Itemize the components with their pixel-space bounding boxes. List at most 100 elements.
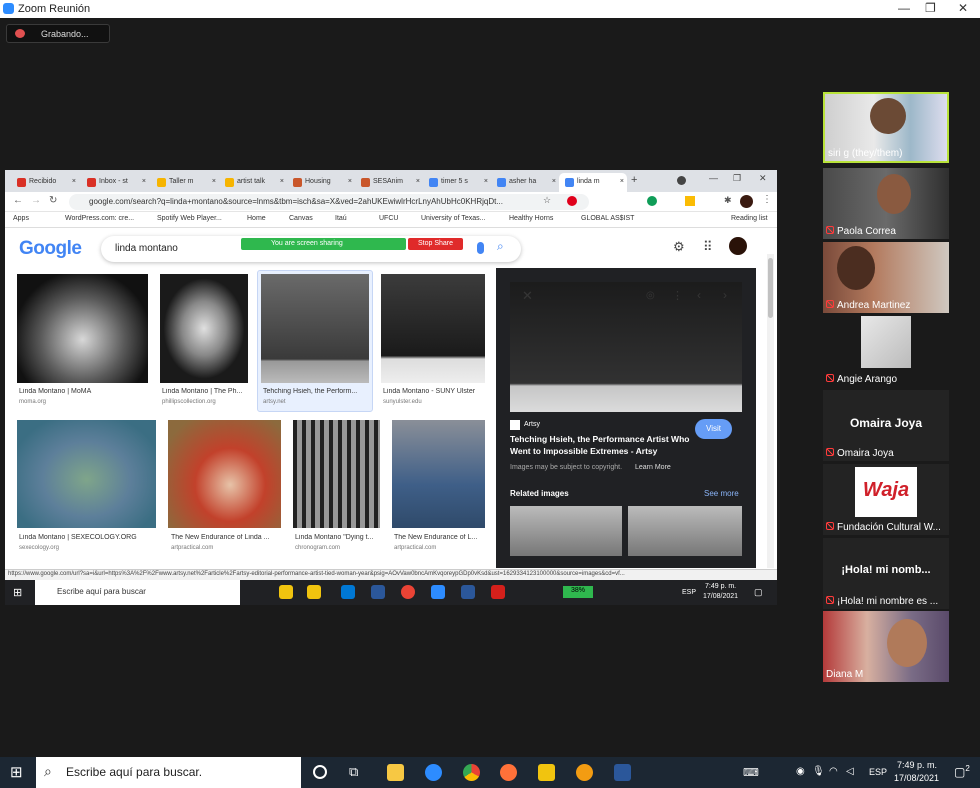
drive-icon[interactable] [685, 196, 695, 206]
site-name[interactable]: Artsy [524, 421, 540, 428]
search-icon[interactable]: ⌕ [497, 239, 504, 254]
firefox-icon[interactable] [500, 764, 517, 781]
close-tab-icon[interactable]: × [212, 178, 216, 185]
close-tab-icon[interactable]: × [552, 178, 556, 185]
acrobat-icon[interactable] [491, 585, 505, 599]
result-image[interactable] [17, 274, 148, 383]
snip-icon[interactable] [371, 585, 385, 599]
visit-button[interactable]: Visit [695, 419, 732, 439]
notification-icon[interactable]: ▢2 [954, 764, 970, 779]
bookmark-apps[interactable]: Apps [13, 215, 29, 222]
participant-video[interactable]: Omaira Joya Omaira Joya [823, 390, 949, 461]
close-icon[interactable]: ✕ [759, 173, 767, 184]
related-image[interactable] [510, 506, 622, 556]
sharing-status[interactable]: You are screen sharing [241, 238, 406, 250]
forward-icon[interactable]: → [31, 195, 41, 206]
result-image[interactable] [293, 420, 380, 528]
file-explorer-icon[interactable] [279, 585, 293, 599]
participant-video[interactable]: ¡Hola! mi nomb... ¡Hola! mi nombre es ..… [823, 538, 949, 609]
participant-video[interactable]: Waja Fundación Cultural W... [823, 464, 949, 535]
stop-share-button[interactable]: Stop Share [408, 238, 463, 250]
result-caption[interactable]: Linda Montano | SEXECOLOGY.ORG [19, 534, 158, 541]
reading-list[interactable]: Reading list [731, 215, 768, 222]
related-image[interactable] [628, 506, 742, 556]
scrollbar-thumb[interactable] [768, 258, 773, 318]
language-indicator[interactable]: ESP [682, 589, 696, 596]
close-tab-icon[interactable]: × [72, 178, 76, 185]
tab-recibido[interactable]: Recibido × [11, 173, 79, 192]
network-icon[interactable]: ◉ [796, 766, 805, 777]
close-tab-icon[interactable]: × [280, 178, 284, 185]
result-image[interactable] [261, 274, 369, 383]
keyboard-icon[interactable]: ⌨ [743, 766, 759, 779]
tab-taller[interactable]: Taller m × [151, 173, 219, 192]
tab-artist-talk[interactable]: artist talk × [219, 173, 287, 192]
bookmark-canvas[interactable]: Canvas [289, 215, 313, 222]
mail-icon[interactable] [341, 585, 355, 599]
store-icon[interactable] [387, 764, 404, 781]
close-tab-icon[interactable]: × [142, 178, 146, 185]
preview-image[interactable] [510, 282, 742, 412]
participant-video[interactable]: Paola Correa [823, 168, 949, 239]
tab-sesanim[interactable]: SESAnim × [355, 173, 423, 192]
word-icon[interactable] [461, 585, 475, 599]
language-indicator[interactable]: ESP [869, 767, 887, 777]
close-tab-icon[interactable]: × [620, 178, 624, 185]
avatar[interactable] [729, 237, 747, 255]
clock-time[interactable]: 7:49 p. m. [897, 760, 937, 770]
participant-video[interactable]: Diana M [823, 611, 949, 682]
see-more-link[interactable]: See more [704, 489, 739, 498]
result-image[interactable] [392, 420, 485, 528]
close-tab-icon[interactable]: × [416, 178, 420, 185]
grammarly-icon[interactable] [647, 196, 657, 206]
extensions-icon[interactable]: ✱ [724, 195, 732, 206]
tab-linda-montano[interactable]: linda m × [559, 173, 627, 192]
result-image[interactable] [381, 274, 485, 383]
result-caption[interactable]: The New Endurance of L... [394, 534, 485, 541]
new-tab-icon[interactable]: + [631, 174, 637, 186]
result-caption[interactable]: The New Endurance of Linda ... [171, 534, 281, 541]
apps-grid-icon[interactable]: ⠿ [703, 239, 713, 255]
chrome-icon[interactable] [401, 585, 415, 599]
result-caption[interactable]: Linda Montano - SUNY Ulster [383, 388, 485, 395]
close-icon[interactable]: ✕ [958, 1, 968, 15]
bookmark-spotify[interactable]: Spotify Web Player... [157, 215, 222, 222]
opera-icon[interactable] [567, 196, 577, 206]
settings-icon[interactable]: ⚙ [673, 239, 685, 255]
menu-icon[interactable]: ⋮ [762, 194, 772, 205]
avatar[interactable] [740, 195, 753, 208]
clock-time[interactable]: 7:49 p. m. [705, 583, 736, 590]
tab-asher[interactable]: asher ha × [491, 173, 559, 192]
taskbar-search[interactable]: ⌕ Escribe aquí para buscar. [36, 757, 301, 788]
tab-timer[interactable]: timer 5 s × [423, 173, 491, 192]
result-caption[interactable]: Linda Montano "Dying t... [295, 534, 381, 541]
participant-video[interactable]: Angie Arango [823, 316, 949, 387]
result-caption[interactable]: Linda Montano | The Ph... [162, 388, 252, 395]
result-caption[interactable]: Tehching Hsieh, the Perform... [263, 388, 369, 395]
back-icon[interactable]: ← [13, 195, 23, 206]
windows-start-icon[interactable]: ⊞ [13, 586, 22, 599]
taskbar-search[interactable]: Escribe aquí para buscar [35, 580, 240, 605]
mic-icon[interactable] [477, 242, 484, 254]
restore-icon[interactable]: ❐ [733, 173, 741, 184]
app-icon[interactable] [576, 764, 593, 781]
reload-icon[interactable]: ↻ [49, 195, 57, 206]
tab-inbox[interactable]: Inbox - st × [81, 173, 149, 192]
task-view-icon[interactable]: ⧉ [349, 764, 358, 780]
zoom-icon[interactable] [431, 585, 445, 599]
cortana-icon[interactable] [313, 765, 327, 779]
bookmark-global-assist[interactable]: GLOBAL AS$IST [581, 215, 634, 222]
word-icon[interactable] [614, 764, 631, 781]
zoom-icon[interactable] [425, 764, 442, 781]
volume-icon[interactable]: ◁ [846, 766, 854, 777]
result-image[interactable] [160, 274, 248, 383]
wifi-icon[interactable]: ◠ [829, 766, 838, 777]
minimize-icon[interactable]: — [709, 173, 718, 183]
result-image[interactable] [168, 420, 281, 528]
notes-icon[interactable] [307, 585, 321, 599]
restore-icon[interactable]: ❐ [925, 1, 936, 15]
bookmark-healthy-horns[interactable]: Healthy Horns [509, 215, 553, 222]
tab-housing[interactable]: Housing × [287, 173, 355, 192]
chrome-icon[interactable] [463, 764, 480, 781]
recording-indicator[interactable]: Grabando... [6, 24, 110, 43]
